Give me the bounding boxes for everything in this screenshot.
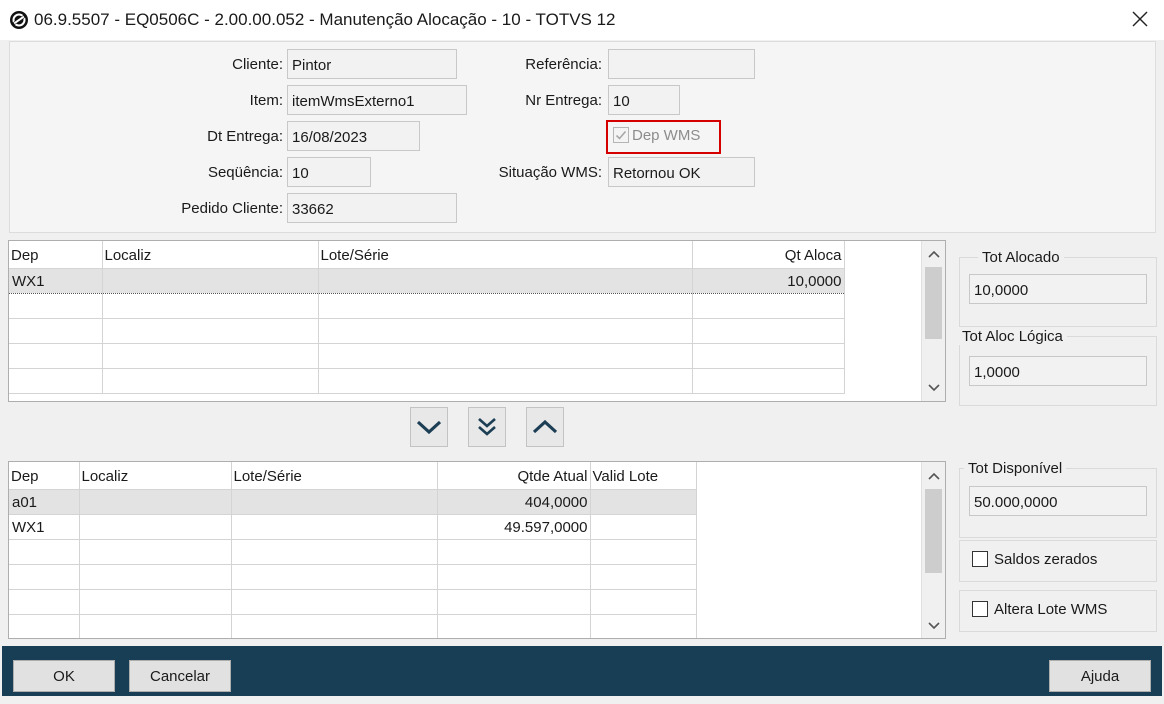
chevron-down-icon bbox=[927, 622, 940, 630]
chevron-up-icon bbox=[532, 419, 558, 434]
table-cell bbox=[102, 267, 319, 294]
vertical-scrollbar[interactable] bbox=[921, 241, 945, 401]
nr-entrega-label: Nr Entrega: bbox=[525, 92, 602, 109]
table-row[interactable] bbox=[9, 564, 697, 590]
tot-disponivel-label: Tot Disponível bbox=[964, 460, 1067, 477]
item-field[interactable]: itemWmsExterno1 bbox=[287, 85, 467, 115]
move-down-button[interactable] bbox=[410, 407, 448, 447]
table-row[interactable] bbox=[9, 614, 697, 638]
column-header[interactable]: Lote/Série bbox=[318, 241, 693, 269]
column-header[interactable]: Qt Aloca bbox=[692, 241, 845, 269]
column-header[interactable]: Lote/Série bbox=[231, 462, 438, 490]
available-grid[interactable]: Dep Localiz Lote/Série Qtde Atual Valid … bbox=[8, 461, 946, 639]
chevron-down-icon bbox=[927, 384, 940, 392]
referencia-field[interactable] bbox=[608, 49, 755, 79]
table-row[interactable]: a01 404,0000 bbox=[9, 489, 697, 515]
nr-entrega-field[interactable]: 10 bbox=[608, 85, 680, 115]
close-icon bbox=[1132, 11, 1148, 27]
column-header[interactable]: Dep bbox=[9, 241, 103, 269]
window-title: 06.9.5507 - EQ0506C - 2.00.00.052 - Manu… bbox=[34, 10, 616, 29]
double-chevron-down-icon bbox=[478, 418, 496, 436]
table-row[interactable] bbox=[9, 589, 697, 615]
situacao-wms-label: Situação WMS: bbox=[498, 164, 602, 181]
dep-wms-checkbox[interactable] bbox=[613, 127, 629, 143]
scroll-down-button[interactable] bbox=[922, 377, 945, 399]
table-row[interactable] bbox=[9, 368, 845, 394]
checkmark-icon bbox=[615, 130, 627, 140]
tot-alocado-label: Tot Alocado bbox=[978, 249, 1064, 266]
situacao-wms-field[interactable]: Retornou OK bbox=[608, 157, 755, 187]
column-header[interactable]: Dep bbox=[9, 462, 80, 490]
table-cell bbox=[231, 489, 438, 515]
footer-bar: OK Cancelar Ajuda bbox=[2, 646, 1162, 696]
table-cell bbox=[590, 514, 697, 540]
referencia-label: Referência: bbox=[525, 56, 602, 73]
title-bar: 06.9.5507 - EQ0506C - 2.00.00.052 - Manu… bbox=[0, 0, 1164, 40]
table-row[interactable] bbox=[9, 318, 845, 344]
cliente-field[interactable]: Pintor bbox=[287, 49, 457, 79]
dep-wms-label: Dep WMS bbox=[632, 127, 701, 144]
table-cell: 404,0000 bbox=[437, 489, 591, 515]
scroll-thumb[interactable] bbox=[925, 489, 942, 573]
sequencia-field[interactable]: 10 bbox=[287, 157, 371, 187]
item-label: Item: bbox=[249, 92, 283, 109]
column-header[interactable]: Localiz bbox=[79, 462, 232, 490]
table-row[interactable] bbox=[9, 343, 845, 369]
sequencia-label: Seqüência: bbox=[207, 164, 283, 181]
tot-aloc-logica-field[interactable]: 1,0000 bbox=[969, 356, 1147, 386]
altera-lote-wms-label: Altera Lote WMS bbox=[994, 601, 1108, 618]
table-cell bbox=[79, 514, 232, 540]
tot-disponivel-field[interactable]: 50.000,0000 bbox=[969, 486, 1147, 516]
table-row[interactable] bbox=[9, 539, 697, 565]
available-table: Dep Localiz Lote/Série Qtde Atual Valid … bbox=[9, 462, 697, 638]
allocation-table: Dep Localiz Lote/Série Qt Aloca WX1 10,0… bbox=[9, 241, 845, 394]
cancel-button[interactable]: Cancelar bbox=[129, 660, 231, 692]
table-cell: 49.597,0000 bbox=[437, 514, 591, 540]
scroll-up-button[interactable] bbox=[922, 243, 945, 265]
saldos-zerados-label: Saldos zerados bbox=[994, 551, 1098, 568]
pedido-cliente-field[interactable]: 33662 bbox=[287, 193, 457, 223]
tot-aloc-logica-label: Tot Aloc Lógica bbox=[958, 328, 1067, 345]
help-button[interactable]: Ajuda bbox=[1049, 660, 1151, 692]
scroll-thumb[interactable] bbox=[925, 267, 942, 339]
chevron-up-icon bbox=[927, 472, 940, 480]
table-cell bbox=[79, 489, 232, 515]
altera-lote-wms-checkbox[interactable] bbox=[972, 601, 988, 617]
table-cell bbox=[318, 267, 693, 294]
move-up-button[interactable] bbox=[526, 407, 564, 447]
move-all-down-button[interactable] bbox=[468, 407, 506, 447]
cliente-label: Cliente: bbox=[232, 56, 283, 73]
table-row[interactable]: WX1 49.597,0000 bbox=[9, 514, 697, 540]
saldos-zerados-checkbox[interactable] bbox=[972, 551, 988, 567]
header-panel: Cliente: Pintor Item: itemWmsExterno1 Dt… bbox=[9, 41, 1156, 233]
table-row[interactable]: WX1 10,0000 bbox=[9, 267, 845, 294]
table-cell: WX1 bbox=[9, 267, 103, 294]
ok-button[interactable]: OK bbox=[13, 660, 115, 692]
chevron-down-icon bbox=[416, 420, 442, 435]
table-row[interactable] bbox=[9, 293, 845, 319]
close-button[interactable] bbox=[1124, 4, 1156, 34]
dt-entrega-label: Dt Entrega: bbox=[207, 128, 283, 145]
scroll-down-button[interactable] bbox=[922, 615, 945, 637]
table-cell: a01 bbox=[9, 489, 80, 515]
table-cell: WX1 bbox=[9, 514, 80, 540]
chevron-up-icon bbox=[927, 250, 940, 258]
tot-alocado-field[interactable]: 10,0000 bbox=[969, 274, 1147, 304]
totvs-logo-icon bbox=[10, 11, 28, 29]
allocation-grid[interactable]: Dep Localiz Lote/Série Qt Aloca WX1 10,0… bbox=[8, 240, 946, 402]
table-cell bbox=[231, 514, 438, 540]
column-header[interactable]: Localiz bbox=[102, 241, 319, 269]
scroll-up-button[interactable] bbox=[922, 465, 945, 487]
dt-entrega-field[interactable]: 16/08/2023 bbox=[287, 121, 420, 151]
column-header[interactable]: Qtde Atual bbox=[437, 462, 591, 490]
dialog-body: Cliente: Pintor Item: itemWmsExterno1 Dt… bbox=[0, 40, 1164, 704]
pedido-cliente-label: Pedido Cliente: bbox=[181, 200, 283, 217]
table-cell: 10,0000 bbox=[692, 267, 845, 294]
table-cell bbox=[590, 489, 697, 515]
vertical-scrollbar[interactable] bbox=[921, 462, 945, 638]
column-header[interactable]: Valid Lote bbox=[590, 462, 697, 490]
